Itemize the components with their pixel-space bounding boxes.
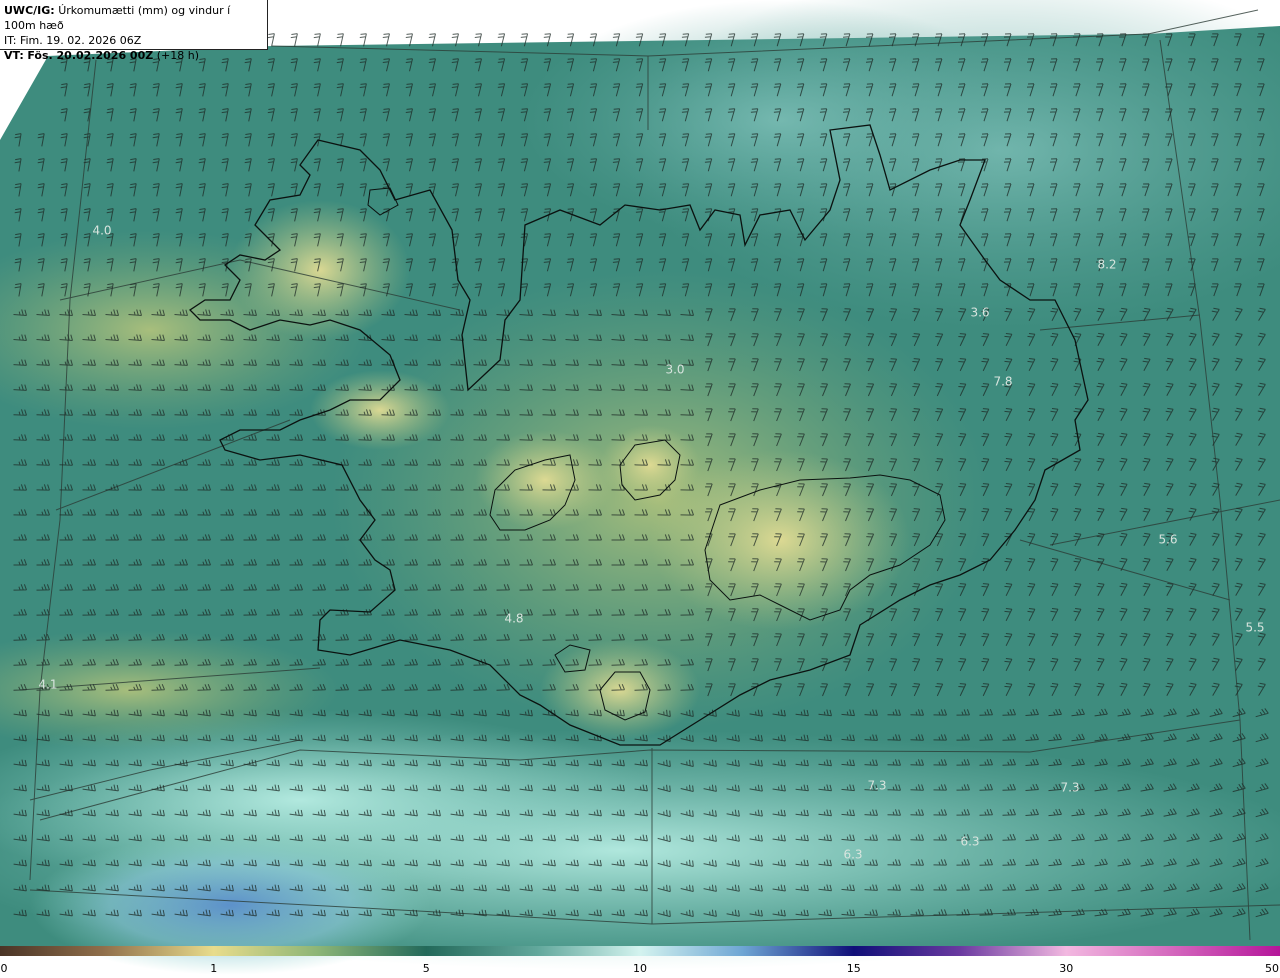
value-label: 7.8 xyxy=(993,375,1012,389)
colorbar-tick-50: 50 xyxy=(1265,962,1279,975)
value-label: 3.6 xyxy=(970,306,989,320)
colorbar-tick-15: 15 xyxy=(846,962,861,975)
valid-time-line: VT: Fös. 20.02.2026 00Z (+18 h) xyxy=(4,48,263,63)
issue-time-line: IT: Fim. 19. 02. 2026 06Z xyxy=(4,33,263,48)
map-view[interactable]: 4.0 4.1 3.0 3.6 7.8 4.8 5.6 5.5 7.3 7.3 6.3 6.3 8.2 xyxy=(0,0,1280,978)
value-label: 4.0 xyxy=(92,224,111,238)
valid-label: VT: xyxy=(4,49,24,62)
product-code: UWC/IG: xyxy=(4,4,55,17)
valid-time: Fös. 20.02.2026 00Z xyxy=(27,49,154,62)
map-info-box: UWC/IG: Úrkomumætti (mm) og vindur í 100… xyxy=(0,0,268,62)
colorbar-tick-10: 10 xyxy=(633,962,647,975)
colorbar-legend xyxy=(0,946,1280,956)
colorbar-tick-30: 30 xyxy=(1059,962,1074,975)
value-label: 4.1 xyxy=(38,678,57,692)
value-label: 6.3 xyxy=(960,835,979,849)
colorbar-tick-1: 1 xyxy=(210,962,218,975)
value-label: 4.8 xyxy=(504,612,523,626)
issue-label: IT: xyxy=(4,34,17,47)
value-label: 3.0 xyxy=(665,363,684,377)
value-label: 5.5 xyxy=(1245,621,1264,635)
value-label: 5.6 xyxy=(1158,533,1177,547)
value-label: 7.3 xyxy=(1060,781,1079,795)
value-label: 8.2 xyxy=(1097,258,1116,272)
value-label: 7.3 xyxy=(867,779,886,793)
weather-map[interactable]: 4.0 4.1 3.0 3.6 7.8 4.8 5.6 5.5 7.3 7.3 6.3 6.3 8.2 xyxy=(0,0,1280,978)
colorbar-tick-5: 5 xyxy=(422,962,430,975)
value-label: 6.3 xyxy=(843,848,862,862)
colorbar-tick-labels: 0 1 5 10 15 30 50 xyxy=(0,960,1280,978)
issue-time: Fim. 19. 02. 2026 06Z xyxy=(19,34,142,47)
lead-time: (+18 h) xyxy=(156,49,199,62)
colorbar-tick-0: 0 xyxy=(0,962,8,975)
title-line: UWC/IG: Úrkomumætti (mm) og vindur í 100… xyxy=(4,3,263,33)
